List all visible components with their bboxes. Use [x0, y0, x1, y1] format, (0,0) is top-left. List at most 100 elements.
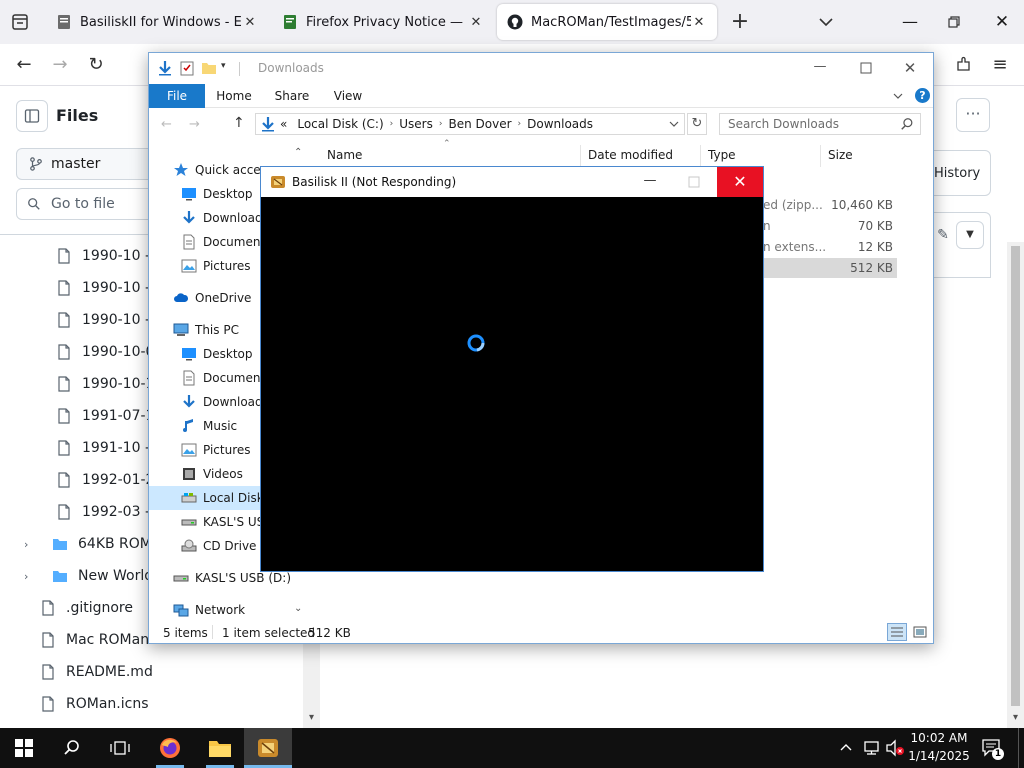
clock-time[interactable]: 10:02 AM: [906, 731, 972, 745]
address-bar[interactable]: « Local Disk (C:) › Users › Ben Dover › …: [255, 113, 685, 135]
close-window-icon[interactable]: ✕: [988, 8, 1016, 36]
close-icon[interactable]: ✕: [899, 57, 921, 79]
file-tree-item[interactable]: 1991-10 -: [56, 432, 150, 464]
address-dropdown-icon[interactable]: [667, 117, 681, 131]
refresh-icon[interactable]: ↻: [687, 113, 707, 135]
column-date-modified[interactable]: Date modified: [588, 148, 673, 162]
restore-window-icon[interactable]: [942, 10, 966, 34]
chevron-right-icon[interactable]: ›: [24, 538, 38, 551]
help-icon[interactable]: ?: [915, 88, 930, 103]
close-tab-icon[interactable]: ✕: [691, 15, 707, 30]
folder-tree-item[interactable]: › 64KB ROMs: [24, 528, 159, 560]
page-scrollbar[interactable]: ▾: [1007, 242, 1024, 728]
ribbon-tab-file[interactable]: File: [149, 84, 205, 108]
task-view-icon[interactable]: [96, 728, 144, 768]
column-name[interactable]: Name: [327, 148, 362, 162]
file-tree-item[interactable]: Mac ROMan.e: [40, 624, 162, 656]
file-tree-item[interactable]: 1990-10 -: [56, 240, 150, 272]
file-tree-item[interactable]: 1990-10 -: [56, 272, 150, 304]
expand-ribbon-icon[interactable]: [891, 88, 905, 104]
minimize-window-icon[interactable]: —: [896, 8, 924, 36]
close-tab-icon[interactable]: ✕: [242, 15, 258, 30]
scroll-down-arrow-icon[interactable]: ⌄: [294, 603, 302, 614]
go-to-file-input[interactable]: Go to file: [16, 188, 156, 220]
breadcrumb-local-disk[interactable]: Local Disk (C:): [297, 117, 383, 131]
reload-icon[interactable]: ↻: [82, 50, 110, 78]
breadcrumb-user[interactable]: Ben Dover: [448, 117, 511, 131]
quick-access-dropdown-icon[interactable]: ▾: [221, 61, 233, 75]
collapse-file-tree-button[interactable]: [16, 100, 48, 132]
file-tree-item[interactable]: 1992-01-2: [56, 464, 154, 496]
file-row[interactable]: n extens... 12 KB: [763, 237, 897, 257]
close-button[interactable]: ✕: [717, 167, 763, 197]
search-icon[interactable]: [48, 728, 96, 768]
scroll-down-arrow-icon[interactable]: ▾: [306, 712, 317, 724]
large-icons-view-icon[interactable]: [911, 623, 929, 641]
details-view-icon[interactable]: [887, 623, 907, 641]
close-tab-icon[interactable]: ✕: [468, 15, 484, 30]
column-type[interactable]: Type: [708, 148, 736, 162]
file-row[interactable]: ed (zipp... 10,460 KB: [763, 195, 897, 215]
clock-date[interactable]: 1/14/2025: [906, 749, 972, 763]
minimize-icon[interactable]: —: [809, 57, 831, 79]
list-all-tabs-icon[interactable]: [814, 10, 838, 34]
new-folder-icon[interactable]: [201, 60, 217, 76]
maximize-icon[interactable]: [685, 173, 703, 191]
history-button[interactable]: History: [930, 150, 991, 196]
browser-tab-1[interactable]: BasiliskII for Windows - E-Macu ✕: [46, 4, 268, 40]
show-hidden-icons-icon[interactable]: [838, 740, 854, 756]
breadcrumb-chevron-icon[interactable]: ›: [439, 119, 443, 129]
search-downloads-input[interactable]: Search Downloads: [719, 113, 921, 135]
up-arrow-icon[interactable]: ↑: [233, 115, 249, 131]
scrollbar-thumb[interactable]: [1011, 246, 1020, 706]
file-row[interactable]: n 70 KB: [763, 216, 897, 236]
folder-tree-item[interactable]: › New World R: [24, 560, 167, 592]
breadcrumb-overflow[interactable]: «: [280, 117, 287, 131]
minimize-icon[interactable]: —: [641, 173, 659, 191]
back-arrow-icon[interactable]: ←: [161, 117, 175, 132]
scroll-down-arrow-icon[interactable]: ▾: [1010, 712, 1021, 724]
ribbon-tab-share[interactable]: Share: [267, 84, 317, 108]
file-tree-item[interactable]: 1990-10 -: [56, 304, 150, 336]
back-icon[interactable]: ←: [10, 50, 38, 78]
file-tree-item[interactable]: 1992-03 -: [56, 496, 150, 528]
edit-dropdown-icon[interactable]: ▼: [956, 221, 984, 249]
volume-muted-icon[interactable]: [884, 738, 906, 758]
file-explorer-taskbar-icon[interactable]: [196, 728, 244, 768]
notification-center-icon[interactable]: 1: [980, 736, 1006, 760]
more-options-button[interactable]: ···: [956, 98, 990, 132]
breadcrumb-chevron-icon[interactable]: ›: [518, 119, 522, 129]
browser-tab-3[interactable]: MacROMan/TestImages/512KB ✕: [497, 4, 717, 40]
nav-item-network[interactable]: Network: [149, 598, 291, 622]
extensions-icon[interactable]: [950, 50, 978, 78]
branch-selector[interactable]: master: [16, 148, 156, 180]
column-size[interactable]: Size: [828, 148, 853, 162]
scroll-up-arrow-icon[interactable]: ⌃: [294, 147, 302, 158]
new-tab-button[interactable]: +: [728, 8, 752, 36]
file-tree-item[interactable]: 1991-07-1: [56, 400, 154, 432]
start-button[interactable]: [0, 728, 48, 768]
basilisk-taskbar-icon[interactable]: [244, 728, 292, 768]
breadcrumb-downloads[interactable]: Downloads: [527, 117, 593, 131]
forward-icon[interactable]: →: [46, 50, 74, 78]
ribbon-tab-home[interactable]: Home: [209, 84, 259, 108]
properties-checkbox-icon[interactable]: [179, 60, 195, 76]
file-tree-item[interactable]: 1990-10-0: [56, 336, 154, 368]
breadcrumb-chevron-icon[interactable]: ›: [390, 119, 394, 129]
chevron-right-icon[interactable]: ›: [24, 570, 38, 583]
maximize-icon[interactable]: [855, 57, 877, 79]
edit-pencil-icon[interactable]: ✎: [932, 223, 954, 247]
network-icon[interactable]: [862, 738, 882, 758]
file-tree-item[interactable]: .gitignore: [40, 592, 133, 624]
tab-list-icon[interactable]: [8, 10, 32, 34]
file-tree-item[interactable]: ROMan.icns: [40, 688, 148, 720]
firefox-taskbar-icon[interactable]: [146, 728, 194, 768]
file-row[interactable]: 512 KB: [763, 258, 897, 278]
breadcrumb-users[interactable]: Users: [399, 117, 433, 131]
ribbon-tab-view[interactable]: View: [323, 84, 373, 108]
forward-arrow-icon[interactable]: →: [189, 117, 203, 132]
menu-icon[interactable]: ≡: [986, 50, 1014, 78]
file-tree-item[interactable]: 1990-10-1: [56, 368, 154, 400]
file-tree-item[interactable]: README.md: [40, 656, 153, 688]
browser-tab-2[interactable]: Firefox Privacy Notice — Mozill ✕: [272, 4, 494, 40]
